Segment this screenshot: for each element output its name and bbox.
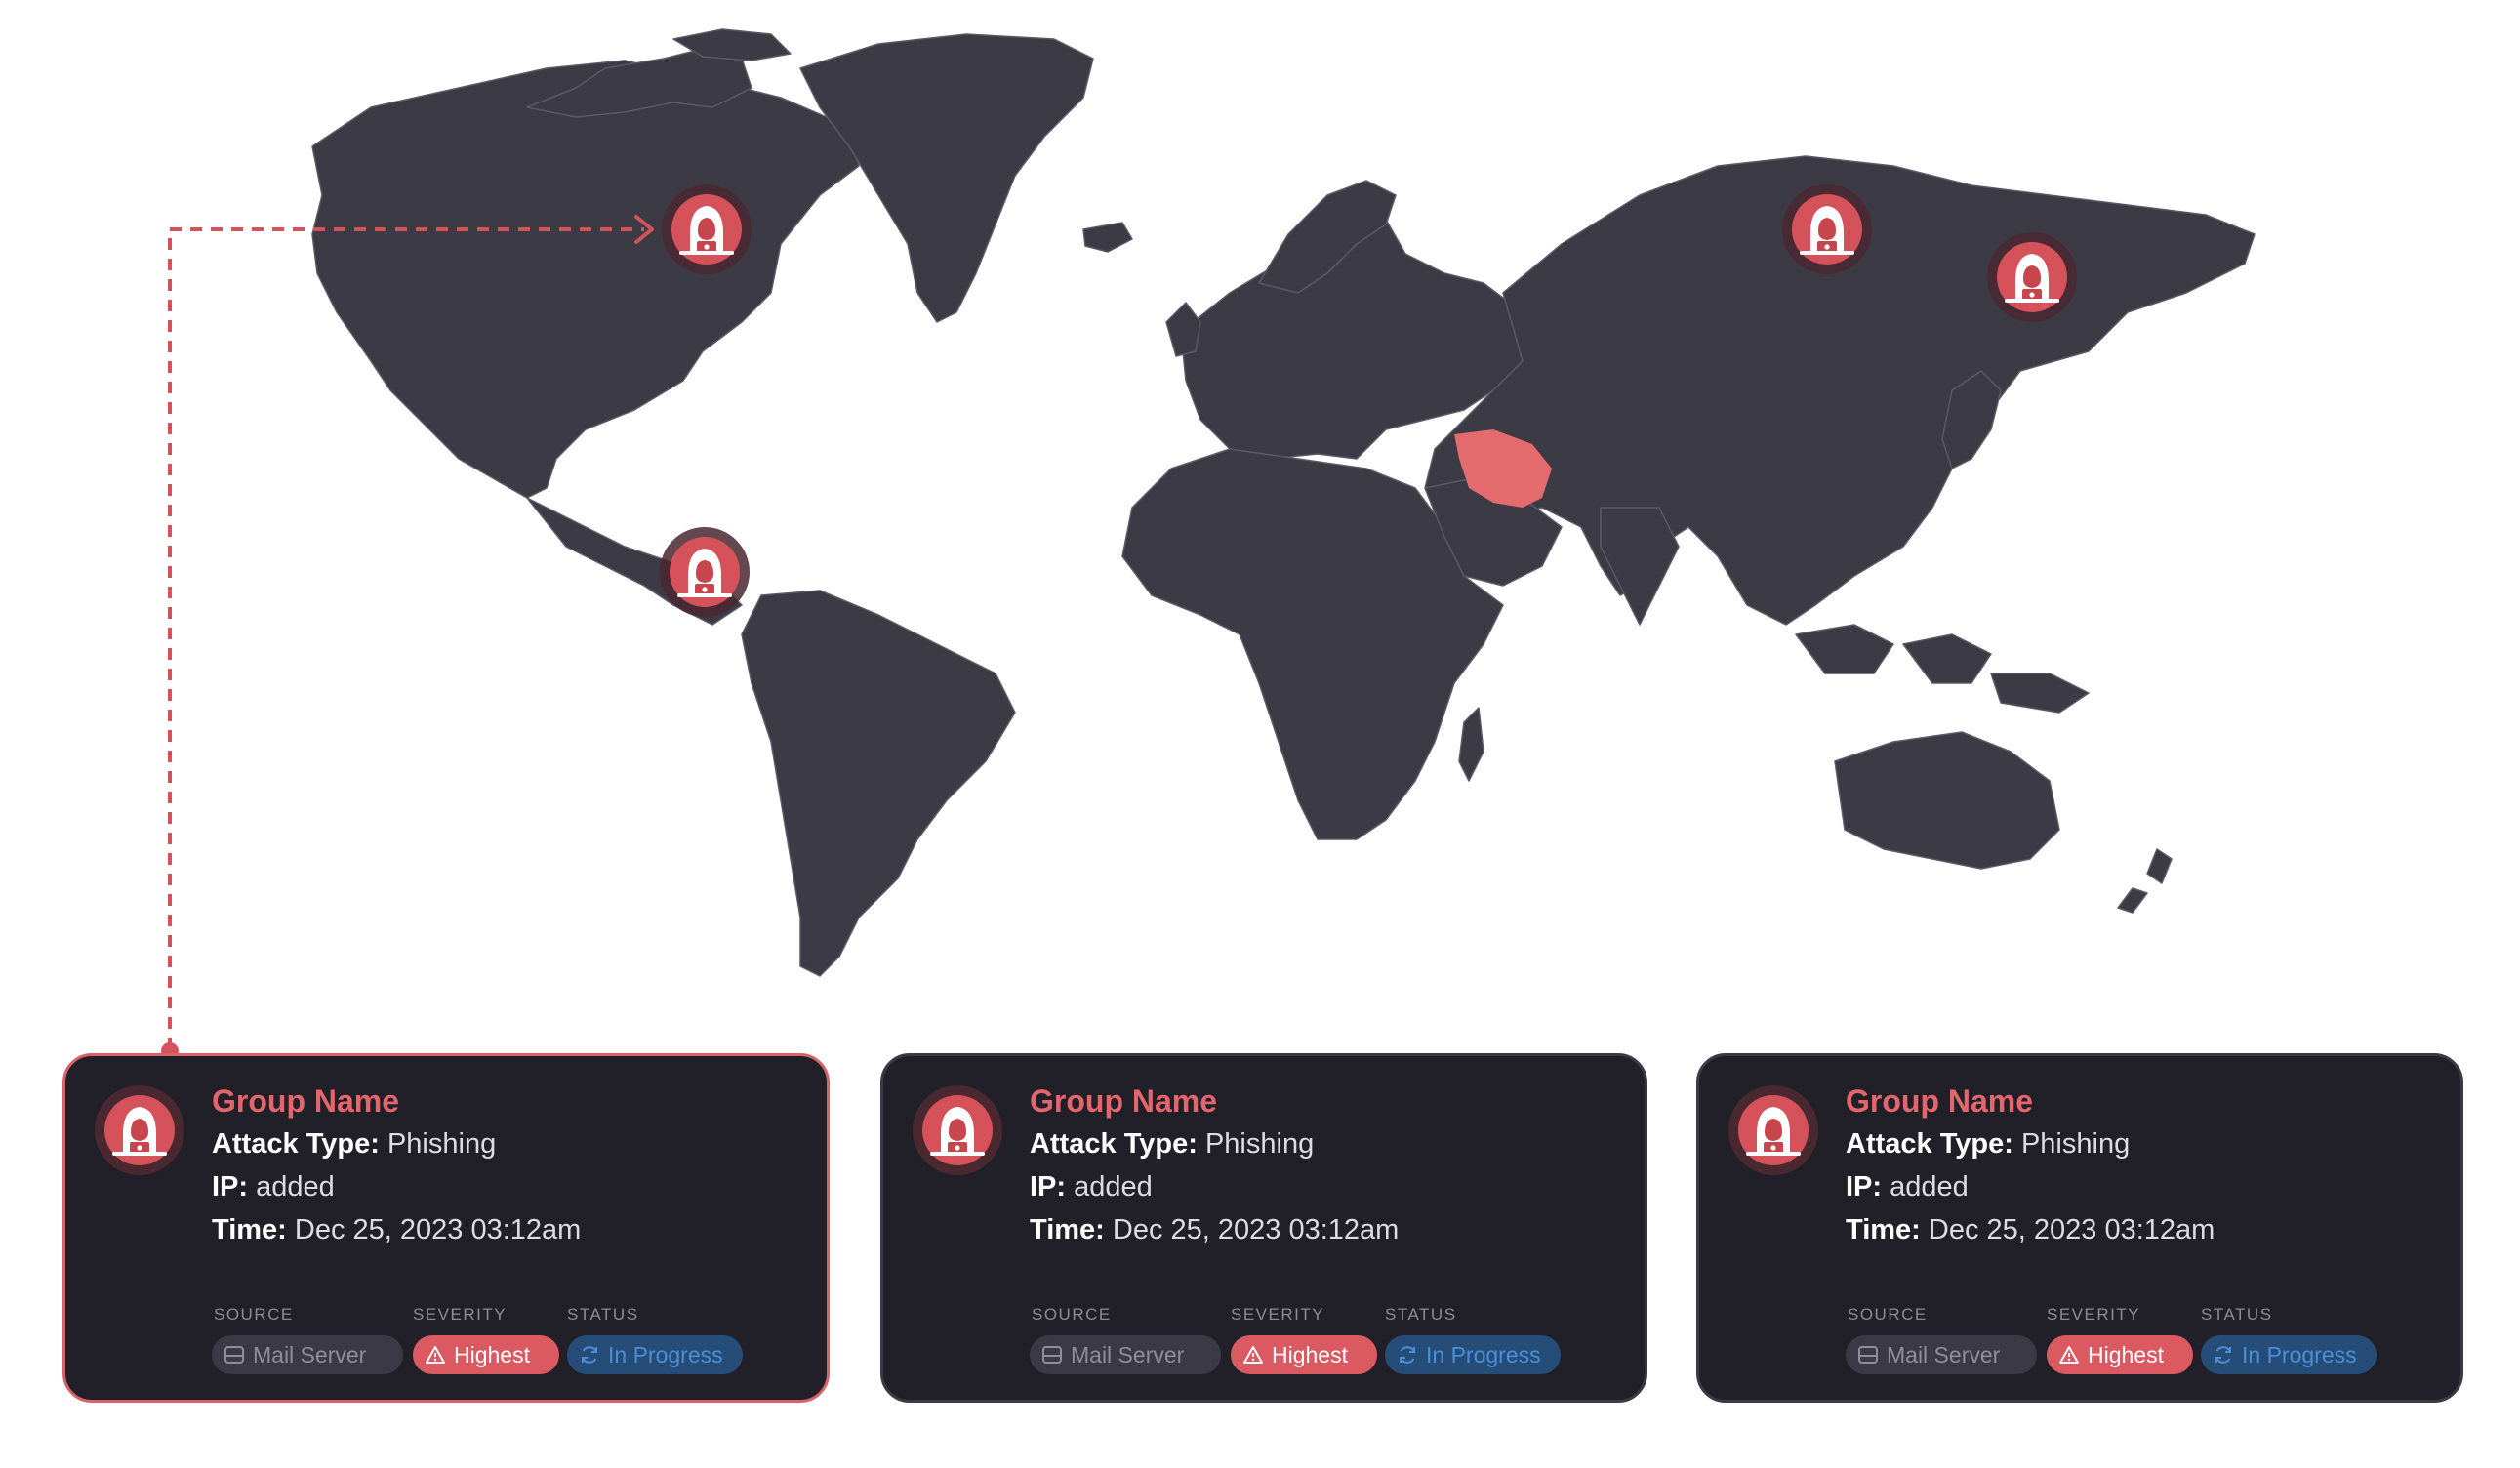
source-label: SOURCE [214,1305,294,1324]
source-value: Mail Server [253,1341,367,1367]
source-badge[interactable]: Mail Server [212,1335,403,1374]
status-label: STATUS [2201,1305,2273,1324]
severity-value: Highest [1272,1341,1348,1367]
source-badge[interactable]: Mail Server [1030,1335,1221,1374]
marker-russia-far-east[interactable] [1987,232,2077,322]
attack-type: Attack Type: Phishing [1846,1128,2130,1161]
time-value: Dec 25, 2023 03:12am [1112,1214,1400,1245]
ip-label: IP: [1846,1171,1883,1203]
status-value: In Progress [2242,1341,2357,1367]
status-label: STATUS [567,1305,639,1324]
source-label: SOURCE [1848,1305,1928,1324]
time-value: Dec 25, 2023 03:12am [294,1214,582,1245]
hacker-avatar-icon [1728,1085,1818,1175]
ip-value: added [256,1171,335,1203]
marker-central-america[interactable] [660,527,750,617]
threat-card[interactable]: Group Name Attack Type: Phishing IP: add… [1696,1053,2463,1403]
source-value: Mail Server [1071,1341,1185,1367]
severity-label: SEVERITY [413,1305,508,1324]
hacker-avatar-icon [95,1085,184,1175]
marker-canada[interactable] [662,184,752,274]
severity-value: Highest [454,1341,530,1367]
source-badge[interactable]: Mail Server [1846,1335,2037,1374]
ip: IP: added [1846,1171,1969,1203]
threat-card[interactable]: Group Name Attack Type: Phishing IP: add… [62,1053,830,1403]
status-value: In Progress [608,1341,723,1367]
attack-type-value: Phishing [1204,1128,1315,1160]
status-value: In Progress [1426,1341,1541,1367]
severity-value: Highest [2088,1341,2164,1367]
attack-type: Attack Type: Phishing [212,1128,496,1161]
severity-badge[interactable]: Highest [413,1335,559,1374]
time-label: Time: [1030,1214,1105,1245]
severity-label: SEVERITY [2047,1305,2141,1324]
time-label: Time: [1846,1214,1921,1245]
sync-icon [1400,1346,1415,1364]
attack-type-label: Attack Type: [212,1128,380,1160]
attack-type-value: Phishing [386,1128,497,1160]
attack-type-label: Attack Type: [1846,1128,2013,1160]
warning-icon [2059,1346,2079,1364]
severity-label: SEVERITY [1231,1305,1325,1324]
continents [311,28,2256,977]
source-value: Mail Server [1887,1341,2001,1367]
status-badge[interactable]: In Progress [1385,1335,1561,1374]
server-icon [1858,1346,1878,1364]
sync-icon [582,1346,597,1364]
attack-type-label: Attack Type: [1030,1128,1198,1160]
ip-value: added [1074,1171,1153,1203]
status-label: STATUS [1385,1305,1457,1324]
warning-icon [426,1346,445,1364]
server-icon [1042,1346,1062,1364]
marker-russia-siberia[interactable] [1782,184,1872,274]
group-name: Group Name [1846,1083,2034,1119]
attack-type: Attack Type: Phishing [1030,1128,1314,1161]
ip-value: added [1890,1171,1969,1203]
status-badge[interactable]: In Progress [567,1335,743,1374]
australia [1834,731,2060,870]
south-america [741,590,1016,977]
time: Time: Dec 25, 2023 03:12am [1846,1214,2215,1246]
ip-label: IP: [1030,1171,1067,1203]
ip: IP: added [212,1171,335,1203]
hacker-avatar-icon [913,1085,1002,1175]
ip: IP: added [1030,1171,1153,1203]
threat-card[interactable]: Group Name Attack Type: Phishing IP: add… [880,1053,1647,1403]
north-america [311,60,860,499]
severity-badge[interactable]: Highest [2047,1335,2193,1374]
group-name: Group Name [212,1083,400,1119]
time: Time: Dec 25, 2023 03:12am [1030,1214,1399,1246]
time-label: Time: [212,1214,287,1245]
source-label: SOURCE [1032,1305,1112,1324]
status-badge[interactable]: In Progress [2201,1335,2377,1374]
group-name: Group Name [1030,1083,1218,1119]
attack-type-value: Phishing [2020,1128,2131,1160]
ip-label: IP: [212,1171,249,1203]
greenland [799,33,1094,323]
time-value: Dec 25, 2023 03:12am [1928,1214,2215,1245]
server-icon [224,1346,244,1364]
sync-icon [2215,1346,2231,1364]
time: Time: Dec 25, 2023 03:12am [212,1214,581,1246]
severity-badge[interactable]: Highest [1231,1335,1377,1374]
warning-icon [1243,1346,1263,1364]
